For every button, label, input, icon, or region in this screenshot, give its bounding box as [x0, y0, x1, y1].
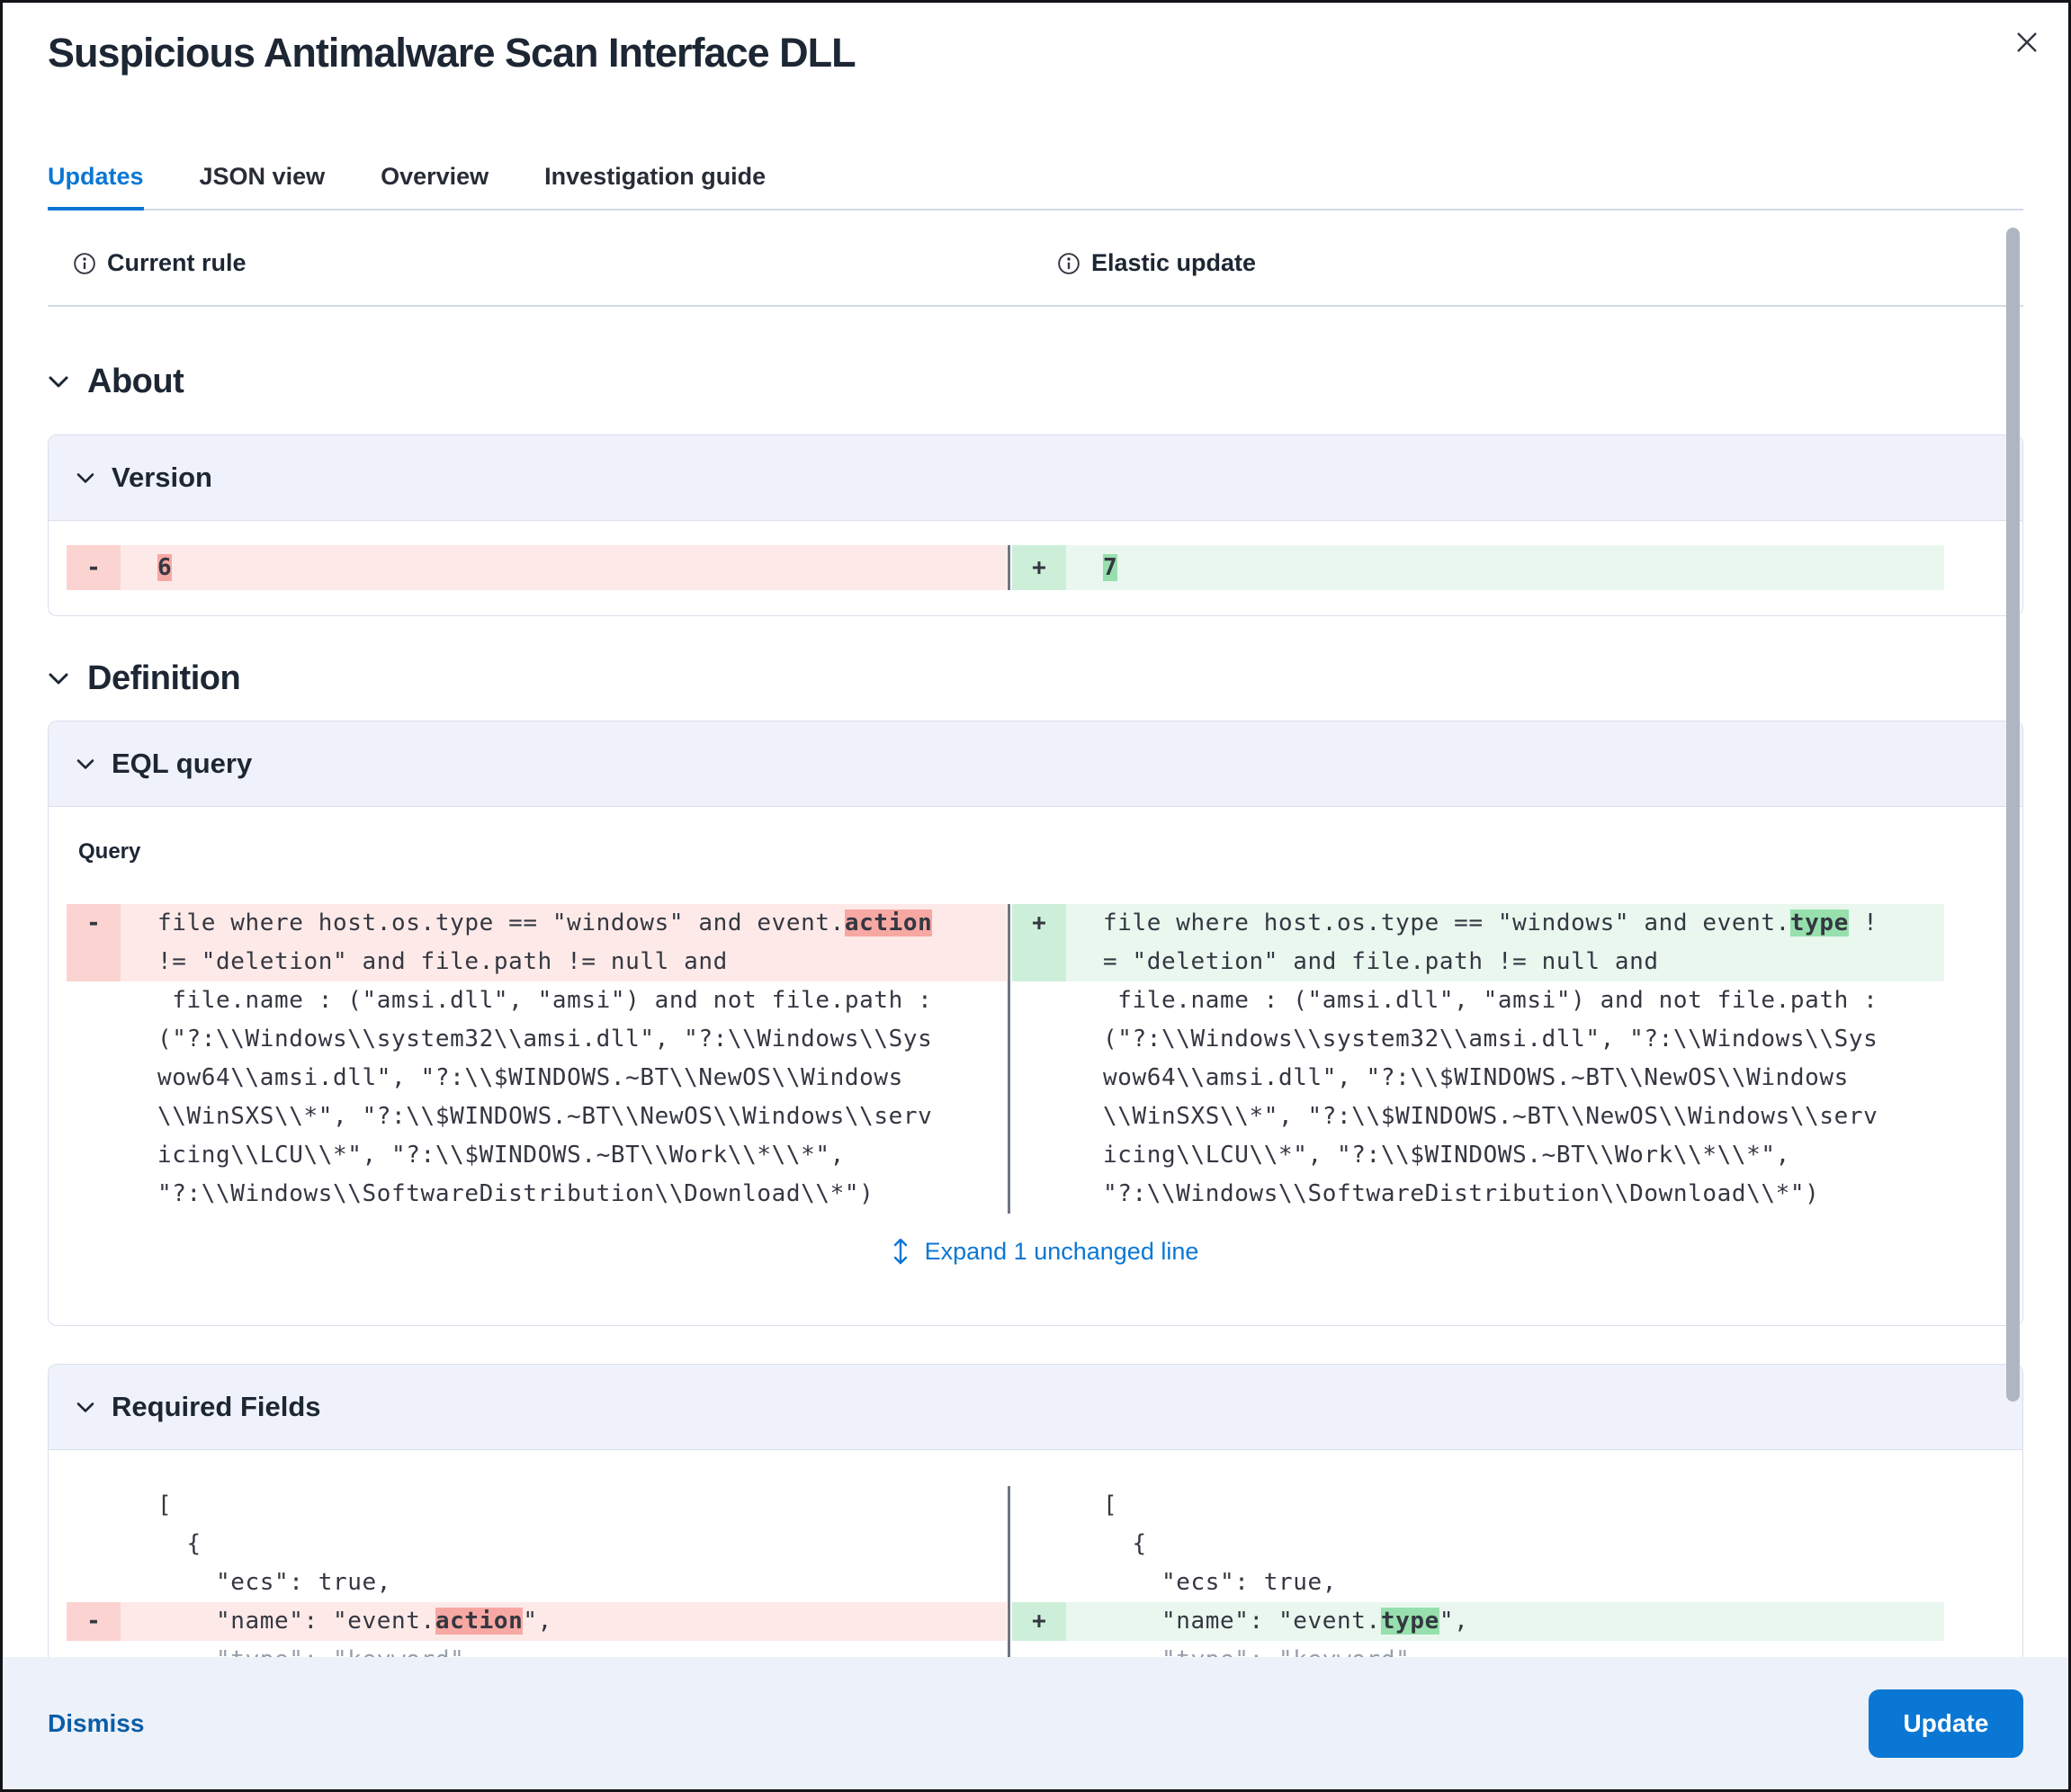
diff-line: {	[67, 1525, 1007, 1564]
update-button[interactable]: Update	[1869, 1689, 2023, 1758]
tab-updates[interactable]: Updates	[48, 163, 144, 211]
scrollbar-thumb[interactable]	[2006, 228, 2020, 1402]
diff-line: "ecs": true,	[67, 1564, 1007, 1602]
eql-query-diff: - file where host.os.type == "windows" an…	[67, 904, 2022, 1214]
query-label: Query	[78, 839, 141, 864]
diff-line: "?:\\Windows\\SoftwareDistribution\\Down…	[67, 1175, 1007, 1214]
diff-line: wow64\\amsi.dll", "?:\\$WINDOWS.~BT\\New…	[1012, 1059, 1944, 1098]
version-accordion-header[interactable]: Version	[49, 435, 2022, 521]
diff-line: file.name : ("amsi.dll", "amsi") and not…	[1012, 981, 1944, 1020]
diff-line: [	[67, 1486, 1007, 1525]
diff-line: +7	[1012, 545, 1944, 590]
diff-gutter	[67, 1059, 121, 1098]
diff-gutter: -	[67, 904, 121, 943]
diff-gutter: -	[67, 1602, 121, 1641]
diff-line: = "deletion" and file.path != null and	[1012, 943, 1944, 981]
info-icon[interactable]	[1057, 252, 1080, 275]
chevron-down-icon	[48, 374, 69, 390]
diff-gutter	[67, 1136, 121, 1175]
diff-gutter	[1012, 981, 1066, 1020]
page-title: Suspicious Antimalware Scan Interface DL…	[48, 30, 856, 76]
diff-line: - file where host.os.type == "windows" an…	[67, 904, 1007, 943]
required-fields-panel: Required Fields [ { "ecs": true, - "name"…	[48, 1364, 2023, 1662]
chevron-down-icon	[76, 757, 95, 771]
about-section-toggle[interactable]: About	[48, 359, 2023, 404]
diff-line: icing\\LCU\\*", "?:\\$WINDOWS.~BT\\Work\…	[67, 1136, 1007, 1175]
expand-vertical-icon	[891, 1237, 910, 1266]
diff-gutter	[67, 1525, 121, 1564]
diff-gutter	[1012, 1136, 1066, 1175]
diff-gutter	[67, 1486, 121, 1525]
diff-line: {	[1012, 1525, 1944, 1564]
tab-investigation-guide[interactable]: Investigation guide	[544, 163, 766, 209]
diff-gutter	[67, 1098, 121, 1136]
diff-line: wow64\\amsi.dll", "?:\\$WINDOWS.~BT\\New…	[67, 1059, 1007, 1098]
eql-query-panel: EQL query Query - file where host.os.type…	[48, 721, 2023, 1326]
diff-gutter	[67, 1020, 121, 1059]
diff-column-headers: Current rule Elastic update	[48, 220, 2023, 307]
diff-column-right: [ { "ecs": true, + "name": "event.type", …	[1012, 1486, 1944, 1662]
diff-line: + "name": "event.type",	[1012, 1602, 1944, 1641]
version-diff: -6 +7	[67, 545, 2022, 590]
diff-line: icing\\LCU\\*", "?:\\$WINDOWS.~BT\\Work\…	[1012, 1136, 1944, 1175]
diff-gutter	[67, 1175, 121, 1214]
diff-line: \\WinSXS\\*", "?:\\$WINDOWS.~BT\\NewOS\\…	[1012, 1098, 1944, 1136]
diff-gutter	[1012, 1020, 1066, 1059]
diff-line: "ecs": true,	[1012, 1564, 1944, 1602]
diff-column-right: +7	[1012, 545, 1944, 590]
expand-unchanged-button[interactable]: Expand 1 unchanged line	[67, 1237, 2022, 1266]
chevron-down-icon	[76, 1401, 95, 1414]
required-fields-accordion-header[interactable]: Required Fields	[49, 1365, 2022, 1450]
diff-gutter	[1012, 1564, 1066, 1602]
diff-gutter	[1012, 1175, 1066, 1214]
dismiss-button[interactable]: Dismiss	[48, 1709, 144, 1738]
diff-column-left: [ { "ecs": true, - "name": "event.action"…	[67, 1486, 1007, 1662]
diff-scroll-area[interactable]: Current rule Elastic update About Versio…	[3, 220, 2068, 1662]
diff-column-left: -6	[67, 545, 1007, 590]
rule-update-dialog: { "dialog": { "title": "Suspicious Antim…	[0, 0, 2071, 1792]
diff-gutter	[1012, 1098, 1066, 1136]
diff-line: - "name": "event.action",	[67, 1602, 1007, 1641]
dialog-header: Suspicious Antimalware Scan Interface DL…	[3, 3, 2068, 211]
diff-gutter	[67, 981, 121, 1020]
version-panel: Version -6 +7	[48, 435, 2023, 616]
diff-gutter	[67, 1564, 121, 1602]
definition-section-toggle[interactable]: Definition	[48, 656, 2023, 701]
diff-gutter	[1012, 1525, 1066, 1564]
diff-line: "?:\\Windows\\SoftwareDistribution\\Down…	[1012, 1175, 1944, 1214]
diff-line: ("?:\\Windows\\system32\\amsi.dll", "?:\…	[1012, 1020, 1944, 1059]
diff-line: + file where host.os.type == "windows" an…	[1012, 904, 1944, 943]
diff-line: ("?:\\Windows\\system32\\amsi.dll", "?:\…	[67, 1020, 1007, 1059]
tab-overview[interactable]: Overview	[381, 163, 489, 209]
diff-gutter: +	[1012, 1602, 1066, 1641]
diff-gutter	[67, 943, 121, 981]
dialog-footer: Dismiss Update	[3, 1657, 2068, 1789]
elastic-update-column-header: Elastic update	[1057, 249, 1256, 277]
chevron-down-icon	[48, 671, 69, 686]
required-fields-diff: [ { "ecs": true, - "name": "event.action"…	[67, 1486, 2022, 1662]
chevron-down-icon	[76, 471, 95, 485]
diff-line: != "deletion" and file.path != null and	[67, 943, 1007, 981]
eql-query-accordion-header[interactable]: EQL query	[49, 721, 2022, 807]
diff-line: -6	[67, 545, 1007, 590]
diff-gutter	[1012, 1486, 1066, 1525]
diff-line: file.name : ("amsi.dll", "amsi") and not…	[67, 981, 1007, 1020]
diff-gutter: +	[1012, 904, 1066, 943]
diff-gutter	[1012, 943, 1066, 981]
diff-column-separator	[1008, 904, 1010, 1214]
info-icon[interactable]	[73, 252, 96, 275]
diff-column-separator	[1008, 545, 1010, 590]
diff-line: \\WinSXS\\*", "?:\\$WINDOWS.~BT\\NewOS\\…	[67, 1098, 1007, 1136]
diff-gutter: -	[67, 545, 121, 590]
diff-gutter: +	[1012, 545, 1066, 590]
diff-column-right: + file where host.os.type == "windows" an…	[1012, 904, 1944, 1214]
diff-gutter	[1012, 1059, 1066, 1098]
diff-line: [	[1012, 1486, 1944, 1525]
current-rule-column-header: Current rule	[73, 249, 247, 277]
diff-column-left: - file where host.os.type == "windows" an…	[67, 904, 1007, 1214]
tab-bar: Updates JSON view Overview Investigation…	[48, 163, 2023, 211]
diff-column-separator	[1008, 1486, 1010, 1662]
tab-json-view[interactable]: JSON view	[200, 163, 326, 209]
close-icon[interactable]	[2011, 26, 2043, 58]
